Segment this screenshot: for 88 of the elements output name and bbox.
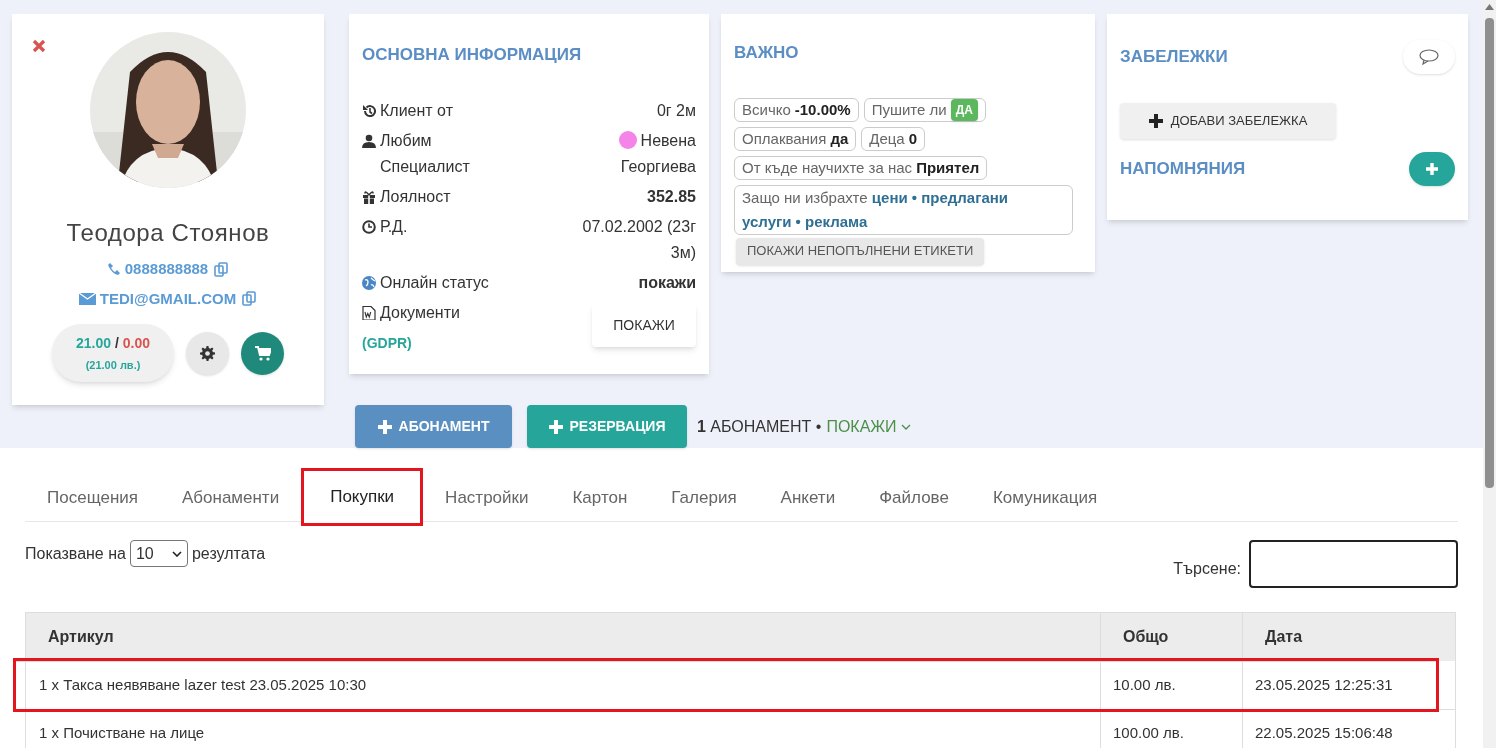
column-header: Артикул — [47, 627, 115, 647]
gift-icon — [362, 189, 376, 204]
subscription-summary: 1 АБОНАМЕНТ • — [697, 416, 822, 437]
tag-text: Защо ни избрахте цени • предлагани услуги • реклама — [742, 187, 1010, 232]
tab[interactable]: Абонаменти — [159, 470, 302, 526]
history-icon — [362, 103, 376, 118]
scroll-up-icon[interactable] — [1485, 4, 1494, 10]
gdpr-label: (GDPR) — [362, 333, 413, 353]
plus-icon — [1426, 163, 1438, 175]
contact-link[interactable]: TEDI@GMAIL.COM — [99, 287, 237, 310]
field-value: Невена Георгиева — [620, 131, 696, 175]
phone-icon — [106, 262, 121, 277]
search-field[interactable] — [1249, 540, 1458, 588]
tag-label: Всичко — [742, 99, 791, 120]
close-icon[interactable] — [32, 39, 46, 53]
field-label: Онлайн статус — [380, 272, 489, 293]
settings-icon — [200, 345, 215, 361]
scrollbar[interactable] — [1483, 0, 1496, 748]
field-label: Клиент от — [380, 100, 453, 121]
tag-value: -10.00% — [794, 99, 851, 120]
cart-icon — [254, 345, 271, 361]
page-size-select[interactable]: 10 — [129, 540, 188, 567]
show-button[interactable]: ПОКАЖИ — [592, 303, 696, 347]
tab[interactable]: Посещения — [25, 470, 160, 526]
tag-label: Пушите ли — [871, 99, 947, 120]
field-value: 0г 2м — [655, 100, 696, 121]
table-cell: 100.00 лв. — [1100, 709, 1242, 748]
table-cell: 22.05.2025 15:06:48 — [1242, 709, 1455, 748]
envelope-icon — [78, 292, 96, 306]
show-link[interactable]: ПОКАЖИ — [826, 414, 911, 439]
client-name: Теодора Стоянов — [66, 218, 270, 248]
section-title: ОСНОВНА ИНФОРМАЦИЯ — [362, 44, 583, 66]
comment-button[interactable] — [1403, 40, 1455, 74]
plus-icon — [377, 419, 392, 434]
table-cell: 10.00 лв. — [1100, 661, 1242, 710]
tab[interactable]: Галерия — [649, 470, 759, 526]
tab[interactable]: Анкети — [758, 470, 858, 526]
plus-icon — [548, 419, 563, 434]
tag-value: 0 — [908, 128, 918, 149]
user-icon — [362, 133, 376, 148]
cart-button[interactable] — [241, 331, 284, 375]
add-reminder-button[interactable] — [1409, 152, 1455, 186]
scroll-thumb[interactable] — [1485, 18, 1494, 488]
field-label: Р.Д. — [380, 216, 408, 237]
field-label: Лоялност — [380, 186, 451, 207]
tag-label: Деца — [869, 128, 905, 149]
tab[interactable]: Комуникация — [970, 470, 1120, 526]
document-icon — [362, 305, 376, 320]
section-title: НАПОМНЯНИЯ — [1120, 158, 1246, 181]
tag-value: да — [830, 128, 849, 149]
column-header: Дата — [1242, 613, 1455, 661]
tag-label: От къде научихте за нас — [742, 157, 913, 178]
add-note-button[interactable]: ДОБАВИ ЗАБЕЛЕЖКА — [1120, 103, 1336, 139]
yes-badge: ДА — [950, 98, 978, 121]
field-value: 352.85 — [647, 186, 696, 207]
length-label: Показване на — [25, 543, 126, 564]
tab[interactable]: Покупки — [301, 468, 424, 526]
reservation-button[interactable]: РЕЗЕРВАЦИЯ — [527, 405, 687, 448]
field-label: Любим Специалист — [380, 130, 471, 177]
tag-label: Оплаквания — [742, 128, 827, 149]
field-value: 07.02.2002 (23г 3м) — [581, 216, 696, 263]
section-title: ЗАБЕЛЕЖКИ — [1120, 46, 1228, 69]
settings-button[interactable] — [186, 331, 229, 375]
balance-button[interactable]: 21.00 / 0.00 (21.00 лв.) — [52, 324, 174, 382]
show-empty-tags-button[interactable]: ПОКАЖИ НЕПОПЪЛНЕНИ ЕТИКЕТИ — [736, 237, 985, 265]
plus-icon — [1148, 114, 1163, 128]
chevron-down-icon — [171, 550, 182, 557]
chevron-down-icon — [900, 423, 911, 430]
field-value: покажи — [638, 272, 696, 293]
tag-value: Приятел — [916, 157, 980, 178]
table-cell: 23.05.2025 12:25:31 — [1242, 661, 1436, 710]
tab[interactable]: Картон — [550, 470, 650, 526]
contact-link[interactable]: 0888888888 — [124, 258, 209, 281]
comment-icon — [1419, 49, 1439, 65]
table-cell-text: 1 x Почистване на лице — [38, 723, 206, 744]
table-cell-text: 1 x Такса неявяване lazer test 23.05.2025 10:30 — [38, 675, 368, 696]
section-title: ВАЖНО — [734, 42, 800, 64]
length-label: резултата — [191, 543, 266, 564]
copy-icon[interactable] — [242, 291, 258, 307]
tab[interactable]: Настройки — [423, 470, 551, 526]
tab[interactable]: Файлове — [857, 470, 971, 526]
globe-icon — [362, 275, 376, 290]
subscription-button[interactable]: АБОНАМЕНТ — [355, 405, 512, 448]
clock-icon — [362, 219, 376, 234]
search-label: Търсене: — [1173, 559, 1241, 579]
field-label: Документи — [380, 302, 460, 323]
copy-icon[interactable] — [214, 261, 230, 277]
column-header: Общо — [1100, 613, 1242, 661]
